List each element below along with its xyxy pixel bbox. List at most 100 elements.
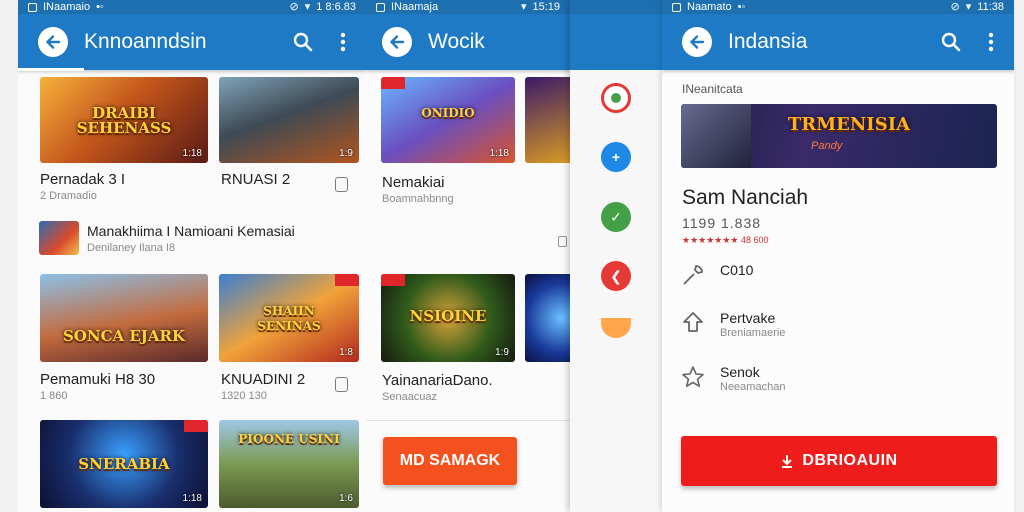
status-time: 15:19 xyxy=(532,0,560,13)
divider xyxy=(366,420,570,421)
video-thumbnail[interactable]: DRAIBI SEHENASS 1:18 xyxy=(40,77,208,163)
duration-label: 1:9 xyxy=(495,347,509,358)
send-icon[interactable]: ❮ xyxy=(601,261,631,291)
bookmark-icon[interactable] xyxy=(335,177,348,192)
video-thumbnail[interactable] xyxy=(525,274,570,362)
notification-icon xyxy=(28,2,37,12)
search-button[interactable] xyxy=(938,29,964,55)
thumbnail-caption: SONCA EJARK xyxy=(62,326,186,345)
status-carrier: Naamato xyxy=(687,0,732,13)
notification-icon xyxy=(672,2,681,12)
primary-action-button[interactable]: MD SAMAGK xyxy=(383,437,517,485)
arrow-left-icon xyxy=(689,35,705,49)
video-subtitle: 2 Dramadio xyxy=(40,190,97,202)
app-name: Sam Nanciah xyxy=(682,186,809,209)
duration-label: 1:18 xyxy=(489,148,509,159)
thumbnail-caption: ONIDIO xyxy=(421,106,475,121)
store-icon[interactable] xyxy=(601,83,631,113)
channel-avatar xyxy=(39,221,79,255)
signal-dots-icon: •◦ xyxy=(737,0,746,13)
video-title[interactable]: Pernadak 3 I xyxy=(40,171,125,188)
more-vert-icon xyxy=(340,32,346,52)
playlist-title[interactable]: Manakhiima I Namioani Kemasiai xyxy=(87,223,295,239)
arrow-left-icon xyxy=(45,35,61,49)
video-thumbnail[interactable]: NSIOINE 1:9 xyxy=(381,274,515,362)
status-bar: Naamato •◦ ⊘ ▾ 11:38 xyxy=(662,0,1014,14)
thumbnail-caption: NSIOINE xyxy=(409,307,487,326)
playlist-subtitle: Denilaney Ilana I8 xyxy=(87,242,176,254)
video-title[interactable]: Pemamuki H8 30 xyxy=(40,371,155,388)
video-thumbnail[interactable]: PIOONE USINI 1:6 xyxy=(219,420,359,508)
video-thumbnail[interactable]: SONCA EJARK xyxy=(40,274,208,362)
install-button[interactable]: DBRIOAUIN xyxy=(681,436,997,486)
app-screenshot-collage: INaamaio •◦ ⊘ ▾ 1 8:6.83 Knnoanndsin DRA… xyxy=(0,0,1024,512)
detail-row[interactable]: C010 xyxy=(680,262,753,288)
cloud-icon[interactable] xyxy=(601,318,631,338)
back-button[interactable] xyxy=(682,27,712,57)
detail-row-title: C010 xyxy=(720,262,754,278)
video-title[interactable]: Nemakiai xyxy=(382,174,445,191)
video-subtitle: 1 860 xyxy=(40,390,68,402)
wifi-icon: ▾ xyxy=(520,0,527,13)
thumbnail-caption: SHAIIN SENINAS xyxy=(257,303,321,333)
app-meta: 1199 1.838 xyxy=(682,215,762,231)
alarm-icon: ⊘ xyxy=(289,0,299,13)
bookmark-icon[interactable] xyxy=(335,377,348,392)
notification-icon xyxy=(376,2,385,12)
thumbnail-caption: PIOONE USINI xyxy=(238,432,340,447)
wifi-icon: ▾ xyxy=(965,0,972,13)
arrow-left-icon xyxy=(389,35,405,49)
alarm-icon: ⊘ xyxy=(950,0,960,13)
panel-library: INaamaio •◦ ⊘ ▾ 1 8:6.83 Knnoanndsin DRA… xyxy=(18,0,366,512)
active-tab-indicator xyxy=(18,68,84,71)
share-icon[interactable]: + xyxy=(601,142,631,172)
upload-icon xyxy=(683,312,703,332)
more-vert-icon xyxy=(988,32,994,52)
detail-row[interactable]: Senok Neeamachan xyxy=(680,364,785,393)
video-thumbnail[interactable]: ONIDIO 1:18 xyxy=(381,77,515,163)
thumbnail-caption: DRAIBI SEHENASS xyxy=(76,104,172,138)
check-icon[interactable]: ✓ xyxy=(601,202,631,232)
bookmark-icon[interactable] xyxy=(558,236,567,247)
banner-title: TRMENISIA xyxy=(787,114,911,135)
detail-row-subtitle: Neeamachan xyxy=(720,381,786,393)
page-title: Indansia xyxy=(728,30,808,53)
badge-flag xyxy=(335,274,359,286)
video-thumbnail[interactable] xyxy=(525,77,570,163)
banner-character-art xyxy=(681,104,751,168)
banner-subtitle: Pandy xyxy=(811,140,843,152)
wrench-icon xyxy=(683,265,703,285)
overflow-menu-button[interactable] xyxy=(330,29,356,55)
badge-flag xyxy=(381,77,405,89)
status-time: 11:38 xyxy=(977,0,1004,13)
download-icon xyxy=(782,455,793,468)
video-title[interactable]: RNUASI 2 xyxy=(221,171,290,188)
app-banner[interactable]: TRMENISIA Pandy xyxy=(681,104,997,168)
overflow-menu-button[interactable] xyxy=(978,29,1004,55)
video-title[interactable]: YainanariaDano. xyxy=(382,372,493,389)
search-button[interactable] xyxy=(290,29,316,55)
video-thumbnail[interactable]: SHAIIN SENINAS 1:8 xyxy=(219,274,359,362)
detail-row-subtitle: Breniamaerie xyxy=(720,327,786,339)
status-carrier: INaamaio xyxy=(43,0,91,13)
detail-row[interactable]: Pertvake Breniamaerie xyxy=(680,310,785,339)
video-title[interactable]: KNUADINI 2 xyxy=(221,371,305,388)
page-title: Knnoanndsin xyxy=(84,30,207,53)
app-bar: Knnoanndsin xyxy=(18,14,366,70)
video-thumbnail[interactable]: 1:9 xyxy=(219,77,359,163)
section-label: INeanitcata xyxy=(682,82,743,96)
video-thumbnail[interactable]: SNERABIA 1:18 xyxy=(40,420,208,508)
back-button[interactable] xyxy=(382,27,412,57)
panel-watch: INaamaja ▾ 15:19 Wocik ONIDIO 1:18 Nemak… xyxy=(366,0,570,512)
search-icon xyxy=(293,32,313,52)
duration-label: 1:18 xyxy=(182,493,202,504)
app-bar: Wocik xyxy=(366,14,570,70)
video-subtitle: 1320 130 xyxy=(221,390,267,402)
back-button[interactable] xyxy=(38,27,68,57)
panel-app-detail: Naamato •◦ ⊘ ▾ 11:38 Indansia INeanitcat… xyxy=(662,0,1014,512)
detail-row-title: Pertvake xyxy=(720,310,776,326)
search-icon xyxy=(941,32,961,52)
duration-label: 1:6 xyxy=(339,493,353,504)
signal-dots-icon: •◦ xyxy=(96,0,104,13)
video-subtitle: Senaacuaz xyxy=(382,391,438,403)
